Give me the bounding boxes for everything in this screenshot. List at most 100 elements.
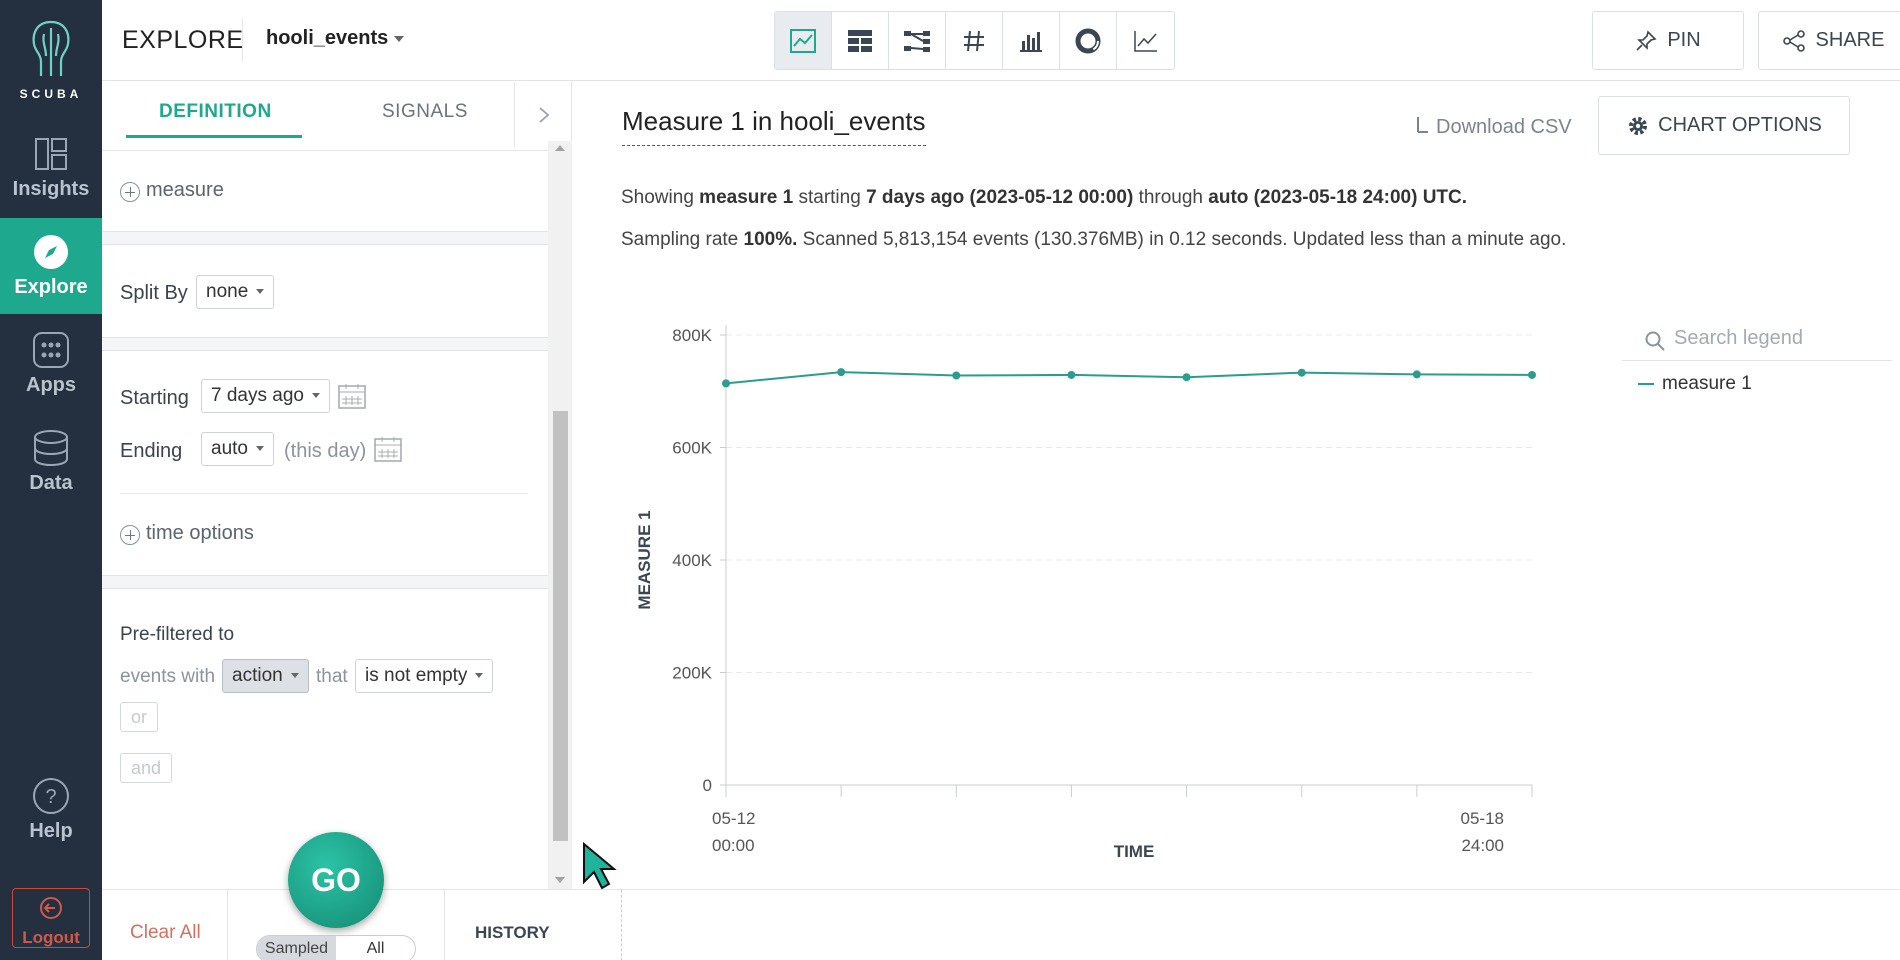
section-divider: [102, 575, 548, 589]
svg-text:?: ?: [45, 786, 56, 808]
history-button[interactable]: HISTORY: [475, 923, 550, 943]
scuba-logo-icon: [32, 20, 70, 76]
logout-label: Logout: [22, 928, 80, 947]
sampling-toggle[interactable]: Sampled All: [256, 935, 416, 960]
start-calendar-icon[interactable]: [338, 383, 366, 409]
insights-icon: [35, 138, 67, 170]
timeline-marker: [621, 890, 622, 960]
nav-item-insights[interactable]: Insights: [0, 120, 102, 216]
series-line: [725, 371, 1533, 385]
ending-label: Ending: [120, 440, 183, 462]
and-button[interactable]: and: [120, 753, 173, 783]
x-axis-label: TIME: [1114, 842, 1155, 861]
ending-note: (this day): [284, 440, 367, 462]
divider: [120, 493, 528, 494]
tab-definition[interactable]: DEFINITION: [159, 101, 272, 123]
prefilter-property-value: action: [232, 665, 283, 686]
y-tick-label: 800K: [672, 326, 712, 345]
ending-value: auto: [211, 438, 248, 459]
section-divider: [102, 337, 548, 351]
viz-bar-chart-button[interactable]: [1003, 12, 1060, 69]
or-button[interactable]: or: [120, 702, 159, 732]
data-point: [952, 371, 961, 380]
prefilter-condition-dropdown[interactable]: is not empty: [355, 659, 494, 693]
chevron-down-icon: [475, 673, 484, 679]
viz-donut-button[interactable]: [1060, 12, 1117, 69]
scroll-up-icon[interactable]: [548, 141, 572, 155]
data-point: [722, 379, 730, 388]
share-icon: [1782, 29, 1805, 52]
gear-icon: [1629, 116, 1648, 135]
nav-item-apps[interactable]: Apps: [0, 316, 102, 412]
add-measure-label: measure: [146, 179, 224, 201]
chart-options-label: CHART OPTIONS: [1658, 114, 1822, 136]
go-button[interactable]: GO: [288, 832, 384, 928]
logout-button[interactable]: Logout: [12, 888, 90, 948]
toggle-all[interactable]: All: [336, 936, 415, 960]
scroll-down-icon[interactable]: [548, 873, 572, 887]
legend-item[interactable]: measure 1: [1638, 373, 1752, 395]
chevron-down-icon: [290, 673, 299, 679]
viz-trend-button[interactable]: [1117, 12, 1174, 69]
share-button[interactable]: SHARE: [1758, 11, 1900, 70]
timeline-strip: [572, 889, 1900, 960]
time-options-link[interactable]: time options: [120, 522, 254, 545]
top-header: EXPLORE hooli_events PIN SHARE: [102, 0, 1900, 81]
compass-icon: [34, 235, 68, 269]
starting-dropdown[interactable]: 7 days ago: [201, 379, 330, 413]
panel-footer: Clear All GO Sampled All HISTORY: [102, 832, 572, 960]
viz-line-chart-button[interactable]: [775, 12, 832, 69]
viz-table-button[interactable]: [832, 12, 889, 69]
mouse-cursor-icon: [583, 842, 617, 890]
tab-signals[interactable]: SIGNALS: [382, 101, 468, 123]
end-calendar-icon[interactable]: [374, 436, 402, 462]
viz-number-button[interactable]: [946, 12, 1003, 69]
chevron-down-icon: [311, 393, 320, 399]
data-point: [1297, 368, 1306, 377]
expand-panel-button[interactable]: [514, 83, 572, 147]
visualization-switcher: [774, 11, 1175, 70]
trend-icon: [1133, 30, 1157, 52]
definition-panel: DEFINITION SIGNALS measure Split By none…: [102, 81, 572, 889]
nav-item-explore[interactable]: Explore: [0, 218, 102, 314]
x-tick-label: 00:00: [712, 836, 755, 855]
scuba-logo[interactable]: SCUBA: [0, 18, 102, 101]
data-point: [837, 368, 846, 377]
legend-search-input[interactable]: Search legend: [1622, 321, 1892, 361]
split-by-label: Split By: [120, 282, 188, 304]
nav-item-data[interactable]: Data: [0, 414, 102, 510]
scroll-thumb[interactable]: [553, 411, 568, 841]
y-tick-label: 600K: [672, 439, 712, 458]
share-label: SHARE: [1815, 29, 1885, 51]
line-chart-icon: [790, 28, 816, 53]
x-tick-label: 05-18: [1461, 809, 1504, 828]
viz-flow-button[interactable]: [889, 12, 946, 69]
database-icon: [34, 430, 68, 467]
pin-button[interactable]: PIN: [1592, 11, 1744, 70]
toggle-sampled[interactable]: Sampled: [257, 936, 336, 960]
clear-all-button[interactable]: Clear All: [130, 922, 201, 944]
ending-dropdown[interactable]: auto: [201, 432, 274, 466]
data-point: [1412, 370, 1421, 379]
bar-chart-icon: [1020, 31, 1042, 52]
time-options-label: time options: [146, 522, 254, 544]
x-tick-label: 05-12: [712, 809, 755, 828]
prefilter-property-dropdown[interactable]: action: [222, 659, 309, 693]
line-chart: 0 200K 400K 600K 800K 05-12 00:00 05-18 24:00 TIM…: [635, 325, 1536, 861]
number-icon: [964, 30, 984, 51]
pin-label: PIN: [1667, 29, 1701, 51]
chevron-down-icon: [256, 289, 265, 295]
add-measure-link[interactable]: measure: [120, 179, 224, 202]
nav-item-help[interactable]: ? Help: [0, 762, 102, 858]
dataset-selector[interactable]: hooli_events: [266, 27, 405, 50]
prefilter-condition-value: is not empty: [365, 665, 468, 686]
y-tick-label: 200K: [672, 664, 712, 683]
split-by-dropdown[interactable]: none: [196, 275, 275, 309]
active-tab-indicator: [126, 135, 302, 138]
data-point: [1182, 373, 1191, 382]
left-navigation: SCUBA Insights Explore Apps Data ? Help …: [0, 0, 102, 960]
section-divider: [102, 231, 548, 245]
plus-circle-icon: [120, 181, 140, 202]
panel-scrollbar[interactable]: [548, 141, 572, 889]
chart-options-button[interactable]: CHART OPTIONS: [1598, 96, 1850, 155]
